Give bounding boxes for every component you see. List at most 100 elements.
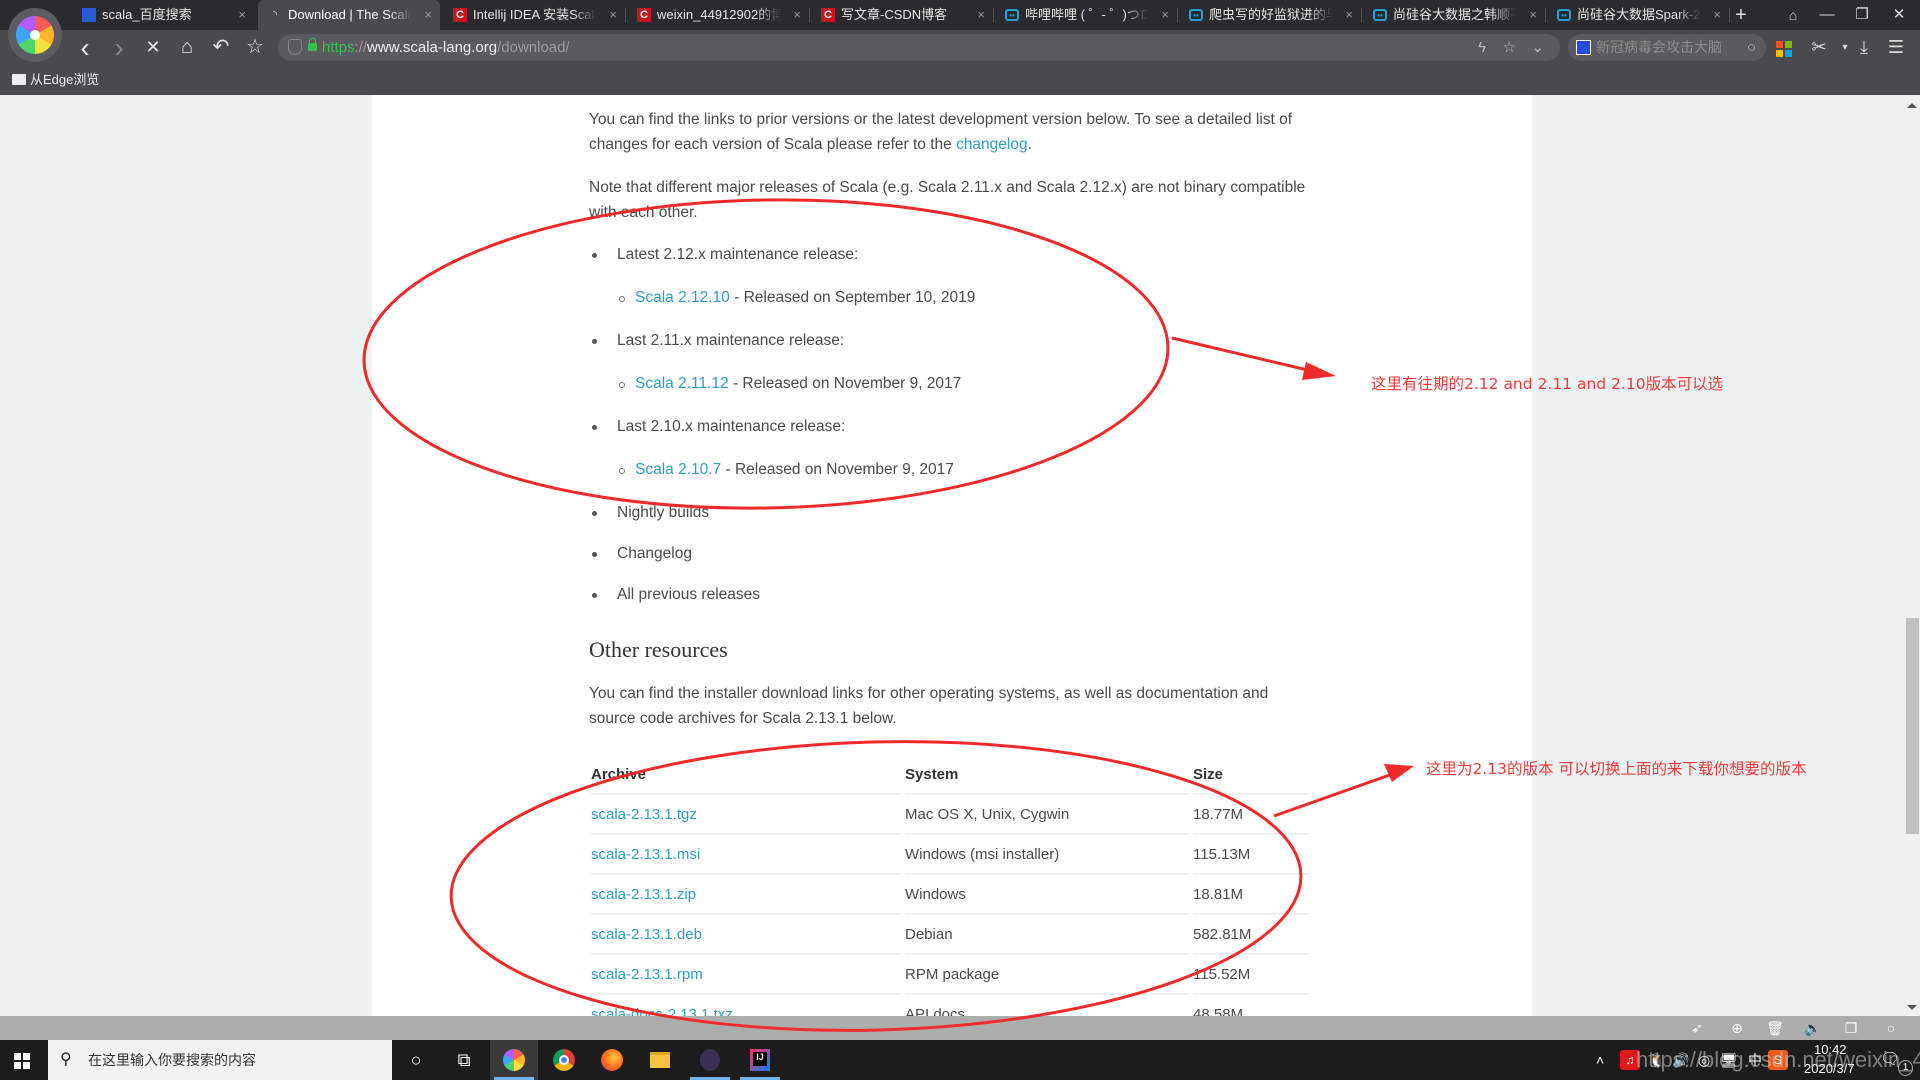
nightly-builds-link[interactable]: Nightly builds bbox=[617, 503, 709, 523]
tab-close-icon[interactable]: × bbox=[1345, 0, 1353, 30]
intro-paragraph: You can find the links to prior versions… bbox=[589, 111, 1293, 153]
search-icon[interactable]: ○ bbox=[1747, 34, 1756, 61]
sub-bullet bbox=[619, 468, 625, 474]
restore-button[interactable]: ❐ bbox=[1845, 0, 1879, 30]
size-cell: 582.81M bbox=[1193, 915, 1309, 955]
undo-close-button[interactable]: ↶ bbox=[206, 30, 236, 65]
download-icon[interactable]: ⤓ bbox=[1851, 30, 1877, 65]
bullet bbox=[592, 339, 597, 344]
browser-status-bar: ➶ ⊕ 🗑 🔈 ❐ ○ bbox=[0, 1016, 1920, 1040]
taskbar-360-browser[interactable] bbox=[490, 1040, 538, 1080]
taskbar-anime-app[interactable] bbox=[686, 1040, 734, 1080]
vertical-scrollbar[interactable] bbox=[1903, 95, 1920, 1016]
column-header: System bbox=[905, 755, 1189, 795]
taskbar-search-box[interactable]: ⚲ 在这里输入你要搜索的内容 bbox=[48, 1040, 392, 1080]
windows-start-icon[interactable] bbox=[14, 1053, 30, 1069]
archive-download-link[interactable]: scala-2.13.1.tgz bbox=[591, 795, 901, 835]
scroll-down-arrow[interactable] bbox=[1907, 1005, 1917, 1010]
task-view-icon[interactable]: ⧉ bbox=[440, 1040, 488, 1080]
scrollbar-thumb[interactable] bbox=[1906, 618, 1919, 834]
rocket-accelerate-icon[interactable]: ➶ bbox=[1686, 1016, 1708, 1040]
search-placeholder: 新冠病毒会攻击大脑 bbox=[1596, 39, 1722, 55]
cortana-icon[interactable]: ○ bbox=[392, 1040, 440, 1080]
annotation-note-2-13: 这里为2.13的版本 可以切换上面的来下载你想要的版本 bbox=[1426, 760, 1807, 778]
tab-intellij-scala[interactable]: C Intellij IDEA 安装Scala × bbox=[443, 0, 625, 30]
firefox-icon bbox=[601, 1049, 623, 1071]
bookmark-folder-edge[interactable]: 从Edge浏览 bbox=[12, 72, 99, 88]
chevron-down-icon[interactable]: ⌄ bbox=[1531, 34, 1544, 61]
screenshot-cut-icon[interactable]: ✂ bbox=[1806, 30, 1832, 65]
zoom-search-icon[interactable]: ○ bbox=[1880, 1016, 1902, 1040]
archive-download-link[interactable]: scala-2.13.1.rpm bbox=[591, 955, 901, 995]
browser-360-icon bbox=[503, 1049, 525, 1071]
scroll-up-arrow[interactable] bbox=[1907, 103, 1917, 108]
speaker-icon[interactable]: 🔈 bbox=[1802, 1016, 1824, 1040]
bilibili-icon: •• bbox=[1189, 9, 1203, 21]
bullet bbox=[592, 253, 597, 258]
taskbar-intellij[interactable]: IJ bbox=[736, 1040, 784, 1080]
archive-download-link[interactable]: scala-docs-2.13.1.txz bbox=[591, 995, 901, 1016]
trash-icon[interactable]: 🗑 bbox=[1764, 1016, 1786, 1040]
menu-icon[interactable]: ☰ bbox=[1883, 30, 1909, 65]
minimize-button[interactable]: — bbox=[1810, 0, 1844, 30]
scala-2-10-7-link[interactable]: Scala 2.10.7 bbox=[635, 461, 721, 478]
system-cell: Mac OS X, Unix, Cygwin bbox=[905, 795, 1189, 835]
forward-button[interactable]: › bbox=[104, 30, 134, 65]
address-bar[interactable]: https://www.scala-lang.org/download/ ϟ ☆… bbox=[278, 34, 1560, 61]
taskbar-firefox[interactable] bbox=[588, 1040, 636, 1080]
tab-bilibili-spark[interactable]: •• 尚硅谷大数据Spark-2019 × bbox=[1547, 0, 1729, 30]
flash-icon[interactable]: ϟ bbox=[1478, 34, 1486, 61]
search-box[interactable]: 🐾 新冠病毒会攻击大脑 ○ bbox=[1568, 34, 1766, 61]
skin-shirt-icon[interactable]: ⌂ bbox=[1776, 0, 1810, 30]
close-window-button[interactable]: ✕ bbox=[1882, 0, 1916, 30]
tab-close-icon[interactable]: × bbox=[977, 0, 985, 30]
changelog-list-link[interactable]: Changelog bbox=[617, 544, 692, 564]
csdn-icon: C bbox=[453, 8, 467, 22]
bullet bbox=[592, 552, 597, 557]
baidu-paw-icon: 🐾 bbox=[82, 8, 96, 22]
tab-close-icon[interactable]: × bbox=[609, 0, 617, 30]
url-text[interactable]: https://www.scala-lang.org/download/ bbox=[322, 34, 570, 61]
stop-button[interactable]: ✕ bbox=[138, 30, 168, 65]
archive-download-link[interactable]: scala-2.13.1.deb bbox=[591, 915, 901, 955]
tab-close-icon[interactable]: × bbox=[1161, 0, 1169, 30]
table-row: scala-2.13.1.msi Windows (msi installer) 1… bbox=[589, 835, 1309, 875]
tab-bilibili-bigdata[interactable]: •• 尚硅谷大数据之韩顺平 × bbox=[1363, 0, 1545, 30]
add-circle-icon[interactable]: ⊕ bbox=[1726, 1016, 1748, 1040]
window-icon[interactable]: ❐ bbox=[1840, 1016, 1862, 1040]
tab-close-icon[interactable]: × bbox=[793, 0, 801, 30]
other-resources-paragraph: You can find the installer download link… bbox=[589, 685, 1269, 727]
scala-2-11-12-link[interactable]: Scala 2.11.12 bbox=[635, 375, 729, 392]
tab-csdn-write[interactable]: C 写文章-CSDN博客 × bbox=[811, 0, 993, 30]
back-button[interactable]: ‹ bbox=[70, 30, 100, 65]
tab-close-icon[interactable]: × bbox=[1529, 0, 1537, 30]
table-row: scala-2.13.1.rpm RPM package 115.52M bbox=[589, 955, 1309, 995]
bookmark-star-icon[interactable]: ☆ bbox=[1503, 34, 1516, 61]
taskbar-chrome[interactable] bbox=[540, 1040, 588, 1080]
apps-grid-icon[interactable] bbox=[1776, 41, 1792, 57]
favorite-star-button[interactable]: ☆ bbox=[240, 30, 270, 65]
tab-bilibili-crawler[interactable]: •• 爬虫写的好监狱进的早 × bbox=[1179, 0, 1361, 30]
home-button[interactable]: ⌂ bbox=[172, 30, 202, 65]
archive-download-link[interactable]: scala-2.13.1.zip bbox=[591, 875, 901, 915]
tab-close-icon[interactable]: × bbox=[1713, 0, 1721, 30]
tray-expand-chevron-icon[interactable]: ˄ bbox=[1596, 1040, 1604, 1080]
changelog-link[interactable]: changelog bbox=[956, 136, 1028, 153]
all-previous-releases-link[interactable]: All previous releases bbox=[617, 585, 760, 605]
tab-bilibili[interactable]: •• 哔哩哔哩 ( ゜- ゜)つロ 干杯 × bbox=[995, 0, 1177, 30]
taskbar-file-explorer[interactable] bbox=[636, 1040, 684, 1080]
tab-close-icon[interactable]: × bbox=[238, 0, 246, 30]
archive-download-link[interactable]: scala-2.13.1.msi bbox=[591, 835, 901, 875]
scala-2-12-10-link[interactable]: Scala 2.12.10 bbox=[635, 289, 730, 306]
tab-scala-download[interactable]: ◝ Download | The Scala × bbox=[258, 0, 440, 30]
tab-close-icon[interactable]: × bbox=[424, 0, 432, 30]
size-cell: 115.13M bbox=[1193, 835, 1309, 875]
release-item-2-10: Scala 2.10.7 - Released on November 9, 2… bbox=[635, 461, 954, 478]
tab-csdn-blog[interactable]: C weixin_44912902的博客 × bbox=[627, 0, 809, 30]
table-row: scala-docs-2.13.1.txz API docs 48.58M bbox=[589, 995, 1309, 1016]
tab-separator bbox=[1177, 8, 1178, 22]
browser-logo[interactable] bbox=[8, 8, 62, 62]
tab-baidu-search[interactable]: 🐾 scala_百度搜索 × bbox=[72, 0, 254, 30]
bilibili-icon: •• bbox=[1557, 9, 1571, 21]
new-tab-button[interactable]: + bbox=[1724, 0, 1758, 30]
